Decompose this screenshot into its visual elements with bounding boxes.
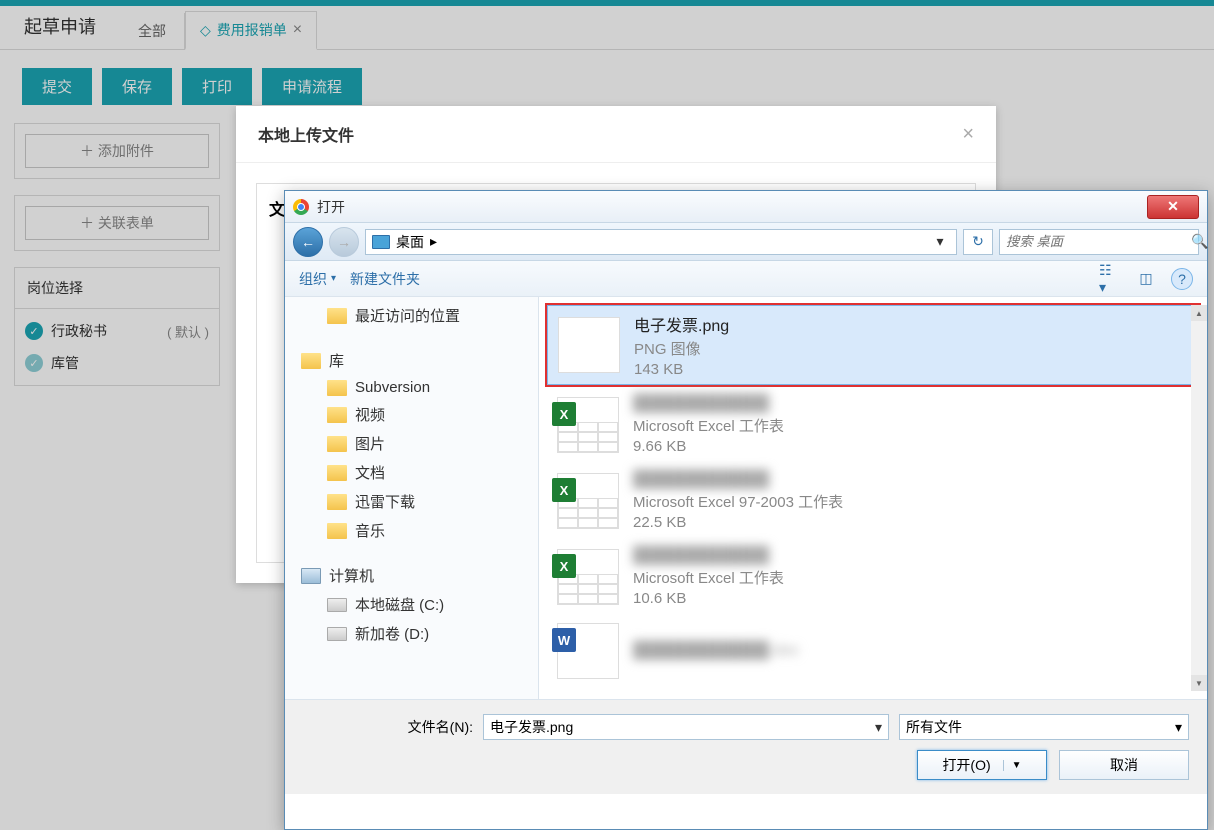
breadcrumb-label: 桌面 bbox=[396, 232, 424, 252]
file-item-1[interactable]: X ████████████ Microsoft Excel 工作表 9.66 … bbox=[547, 389, 1199, 461]
search-icon: 🔍 bbox=[1191, 233, 1208, 250]
pictures-icon bbox=[327, 436, 347, 452]
library-icon bbox=[301, 353, 321, 369]
tree-documents[interactable]: 文档 bbox=[285, 458, 538, 487]
dialog-nav-bar: ← → 桌面 ▸ ▾ ↻ 🔍 bbox=[285, 223, 1207, 261]
vertical-scrollbar[interactable]: ▲ ▼ bbox=[1191, 305, 1207, 691]
tree-music[interactable]: 音乐 bbox=[285, 516, 538, 545]
desktop-icon bbox=[372, 235, 390, 249]
file-type: Microsoft Excel 工作表 bbox=[633, 567, 784, 588]
file-type: PNG 图像 bbox=[634, 338, 729, 359]
breadcrumb-arrow-icon[interactable]: ▸ bbox=[430, 233, 437, 250]
tree-cdrive[interactable]: 本地磁盘 (C:) bbox=[285, 590, 538, 619]
filetype-filter[interactable]: 所有文件 ▾ bbox=[899, 714, 1189, 740]
file-item-3[interactable]: X ████████████ Microsoft Excel 工作表 10.6 … bbox=[547, 541, 1199, 613]
file-size: 143 KB bbox=[634, 361, 729, 378]
open-button[interactable]: 打开(O)▼ bbox=[917, 750, 1047, 780]
tree-subversion[interactable]: Subversion bbox=[285, 375, 538, 400]
dialog-titlebar[interactable]: 打开 ✕ bbox=[285, 191, 1207, 223]
filename-dropdown-icon[interactable]: ▾ bbox=[875, 719, 882, 736]
chevron-down-icon: ▾ bbox=[1175, 719, 1182, 736]
breadcrumb-path[interactable]: 桌面 ▸ ▾ bbox=[365, 229, 957, 255]
view-mode-button[interactable]: ☷ ▾ bbox=[1099, 268, 1121, 290]
drive-icon bbox=[327, 627, 347, 641]
excel-icon: X bbox=[552, 554, 576, 578]
tree-pictures[interactable]: 图片 bbox=[285, 429, 538, 458]
dialog-body: 最近访问的位置 库 Subversion 视频 图片 文档 迅雷下载 音乐 计算… bbox=[285, 297, 1207, 699]
modal-close-icon[interactable]: × bbox=[962, 123, 974, 146]
music-icon bbox=[327, 523, 347, 539]
filename-label: 文件名(N): bbox=[383, 717, 473, 737]
file-type: Microsoft Excel 工作表 bbox=[633, 415, 784, 436]
scroll-up-icon[interactable]: ▲ bbox=[1191, 305, 1207, 321]
tree-video[interactable]: 视频 bbox=[285, 400, 538, 429]
file-thumbnail: X bbox=[557, 397, 619, 453]
path-dropdown-icon[interactable]: ▾ bbox=[930, 233, 950, 250]
download-icon bbox=[327, 494, 347, 510]
dialog-footer: 文件名(N): ▾ 所有文件 ▾ 打开(O)▼ 取消 bbox=[285, 699, 1207, 794]
refresh-button[interactable]: ↻ bbox=[963, 229, 993, 255]
video-icon bbox=[327, 407, 347, 423]
tree-xunlei[interactable]: 迅雷下载 bbox=[285, 487, 538, 516]
filename-input[interactable] bbox=[490, 719, 875, 735]
file-type: Microsoft Excel 97-2003 工作表 bbox=[633, 491, 843, 512]
file-list[interactable]: 电子发票.png PNG 图像 143 KB X ████████████ Mi… bbox=[539, 297, 1207, 699]
file-size: 22.5 KB bbox=[633, 514, 843, 531]
excel-icon: X bbox=[552, 478, 576, 502]
chrome-icon bbox=[293, 199, 309, 215]
search-input[interactable] bbox=[1006, 234, 1185, 249]
nav-back-button[interactable]: ← bbox=[293, 227, 323, 257]
word-icon: W bbox=[552, 628, 576, 652]
documents-icon bbox=[327, 465, 347, 481]
file-thumbnail bbox=[558, 317, 620, 373]
tree-ddrive[interactable]: 新加卷 (D:) bbox=[285, 619, 538, 648]
preview-pane-button[interactable]: ◫ bbox=[1135, 268, 1157, 290]
file-size: 9.66 KB bbox=[633, 438, 784, 455]
nav-forward-button[interactable]: → bbox=[329, 227, 359, 257]
tree-computer[interactable]: 计算机 bbox=[285, 561, 538, 590]
search-box[interactable]: 🔍 bbox=[999, 229, 1199, 255]
excel-icon: X bbox=[552, 402, 576, 426]
cancel-button[interactable]: 取消 bbox=[1059, 750, 1189, 780]
computer-icon bbox=[301, 568, 321, 584]
tree-libraries[interactable]: 库 bbox=[285, 346, 538, 375]
open-split-icon[interactable]: ▼ bbox=[1003, 760, 1022, 771]
dialog-close-button[interactable]: ✕ bbox=[1147, 195, 1199, 219]
file-item-2[interactable]: X ████████████ Microsoft Excel 97-2003 工… bbox=[547, 465, 1199, 537]
new-folder-button[interactable]: 新建文件夹 bbox=[350, 269, 420, 289]
organize-menu[interactable]: 组织▾ bbox=[299, 269, 336, 289]
filename-field[interactable]: ▾ bbox=[483, 714, 889, 740]
folder-tree[interactable]: 最近访问的位置 库 Subversion 视频 图片 文档 迅雷下载 音乐 计算… bbox=[285, 297, 539, 699]
modal-header: 本地上传文件 × bbox=[236, 106, 996, 163]
dialog-toolbar: 组织▾ 新建文件夹 ☷ ▾ ◫ ? bbox=[285, 261, 1207, 297]
tree-recent[interactable]: 最近访问的位置 bbox=[285, 301, 538, 330]
file-thumbnail: W bbox=[557, 623, 619, 679]
modal-title: 本地上传文件 bbox=[258, 122, 354, 146]
folder-icon bbox=[327, 308, 347, 324]
file-name: ████████████ bbox=[633, 471, 843, 489]
drive-icon bbox=[327, 598, 347, 612]
file-open-dialog: 打开 ✕ ← → 桌面 ▸ ▾ ↻ 🔍 组织▾ 新建文件夹 ☷ ▾ ◫ ? 最近… bbox=[284, 190, 1208, 830]
file-item-4[interactable]: W ████████████.doc bbox=[547, 617, 1199, 685]
file-thumbnail: X bbox=[557, 473, 619, 529]
file-name: ████████████.doc bbox=[633, 642, 799, 660]
file-name: 电子发票.png bbox=[634, 312, 729, 336]
file-item-0[interactable]: 电子发票.png PNG 图像 143 KB bbox=[547, 305, 1199, 385]
scroll-down-icon[interactable]: ▼ bbox=[1191, 675, 1207, 691]
filter-value: 所有文件 bbox=[906, 717, 962, 737]
help-button[interactable]: ? bbox=[1171, 268, 1193, 290]
folder-icon bbox=[327, 380, 347, 396]
file-thumbnail: X bbox=[557, 549, 619, 605]
file-name: ████████████ bbox=[633, 395, 784, 413]
dialog-title: 打开 bbox=[317, 197, 1139, 217]
file-size: 10.6 KB bbox=[633, 590, 784, 607]
file-name: ████████████ bbox=[633, 547, 784, 565]
